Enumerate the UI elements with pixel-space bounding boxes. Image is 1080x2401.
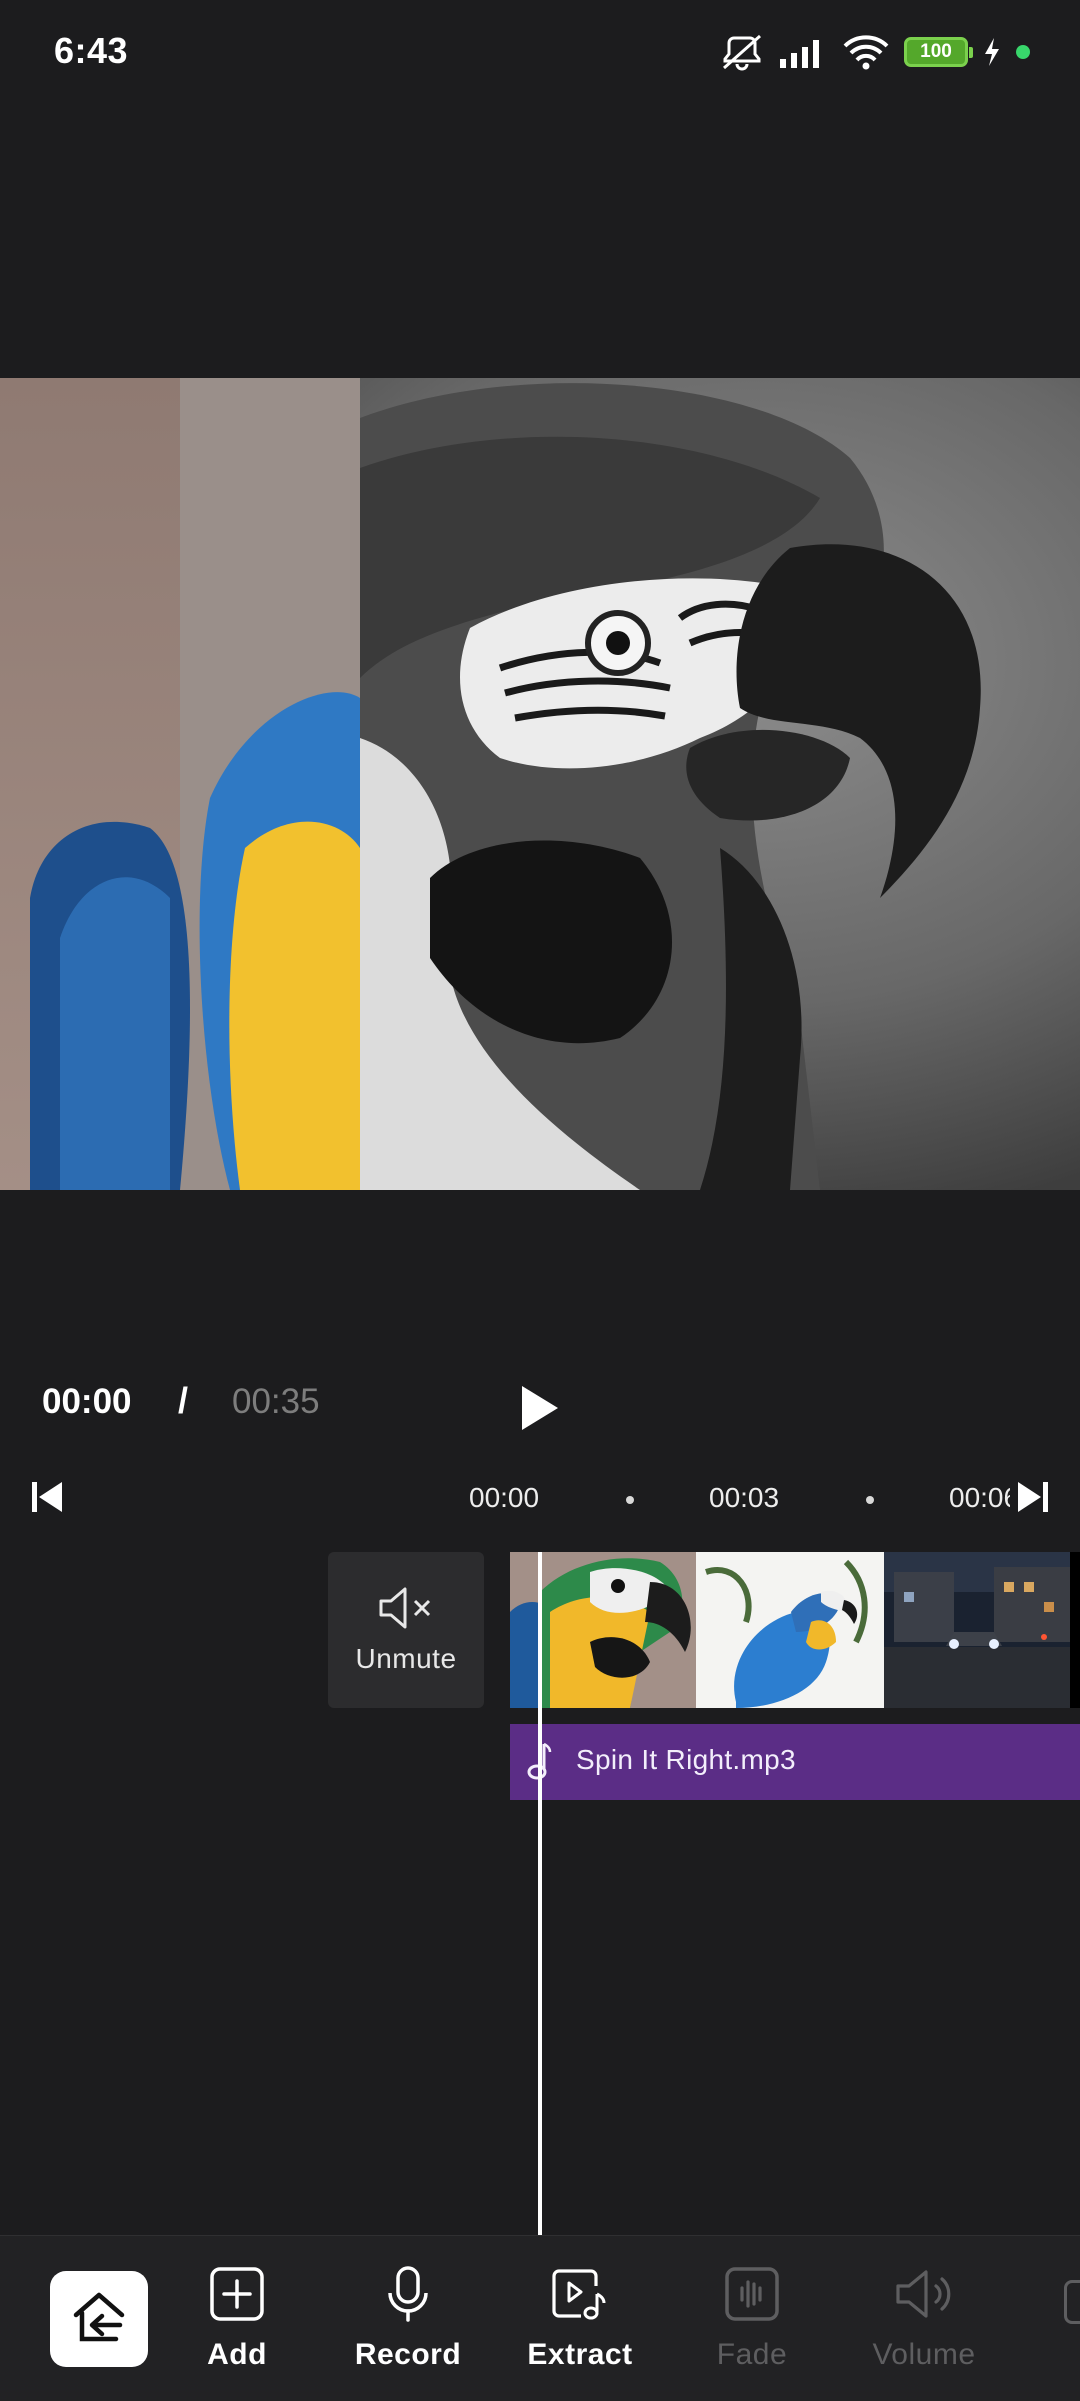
signal-icon [780,40,819,68]
record-button[interactable]: Record [328,2264,488,2384]
unmute-button[interactable]: Unmute [328,1552,484,1708]
mute-icon [723,34,761,71]
volume-button[interactable]: Volume [844,2264,1004,2384]
fade-label: Fade [716,2338,788,2371]
status-time: 6:43 [54,30,129,71]
timeline-dot [626,1496,634,1504]
speaker-muted-icon [379,1587,431,1629]
clip-thumbnail-image [884,1552,1070,1708]
clip-thumbnail-parrot-blue[interactable] [696,1552,884,1708]
skip-to-start-icon[interactable] [30,1478,66,1516]
volume-label: Volume [872,2338,976,2371]
microphone-icon [388,2266,428,2322]
skip-to-end-icon[interactable] [1014,1478,1050,1516]
clip-thumbnail-image [696,1552,884,1708]
battery-level: 100 [920,41,952,62]
timeline-tick: 00:00 [469,1482,540,1513]
back-button[interactable] [50,2271,148,2367]
video-clip-strip[interactable] [510,1552,1080,1708]
notification-dot [1016,45,1030,59]
record-label: Record [354,2338,462,2371]
add-label: Add [207,2338,267,2371]
next-tool-icon[interactable] [1064,2280,1080,2324]
timeline-tick-clip: 00:06 [948,1482,1010,1522]
status-bar: 6:43 100 [0,0,1080,104]
unmute-label: Unmute [355,1643,457,1674]
plus-square-icon [210,2267,264,2321]
video-preview[interactable] [0,378,1080,1190]
wifi-icon [843,35,889,70]
extract-button[interactable]: Extract [500,2264,660,2384]
fade-button[interactable]: Fade [672,2264,832,2384]
clip-divider [1070,1552,1080,1708]
charging-icon [985,38,999,66]
timeline-tick: 00:03 [709,1482,780,1513]
play-icon[interactable] [512,1382,564,1434]
extract-audio-icon [552,2269,606,2320]
fade-icon [725,2267,779,2321]
preview-image [0,378,1080,1190]
time-separator: / [178,1380,189,1421]
playhead[interactable] [538,1552,542,2235]
timeline-dot [866,1496,874,1504]
total-time: 00:35 [232,1382,320,1421]
bottom-toolbar: Add Record Extract Fade Volume [0,2235,1080,2401]
audio-track-name: Spin It Right.mp3 [576,1744,796,1775]
add-button[interactable]: Add [157,2264,317,2384]
clip-thumbnail-night-street[interactable] [884,1552,1070,1708]
back-home-icon [73,2292,125,2342]
volume-icon [896,2270,951,2318]
status-icons: 100 [720,28,1030,76]
timeline-tick: 00:06 [949,1482,1010,1513]
extract-label: Extract [527,2338,633,2371]
battery-icon: 100 [904,37,973,67]
current-time: 00:00 [42,1382,132,1421]
audio-track[interactable]: Spin It Right.mp3 [510,1724,1080,1800]
